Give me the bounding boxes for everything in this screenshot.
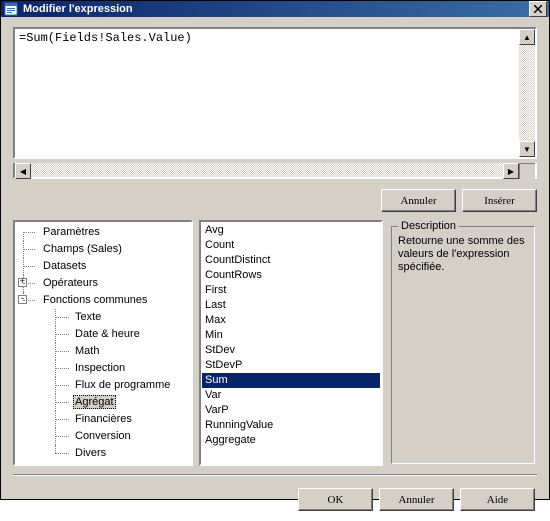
function-item[interactable]: CountDistinct — [202, 253, 380, 268]
tree-item-label[interactable]: Date & heure — [73, 328, 142, 340]
function-item[interactable]: Var — [202, 388, 380, 403]
scroll-down-icon[interactable]: ▼ — [519, 141, 535, 157]
function-item[interactable]: StDev — [202, 343, 380, 358]
function-item[interactable]: VarP — [202, 403, 380, 418]
function-item[interactable]: Min — [202, 328, 380, 343]
tree-item[interactable]: Datasets — [15, 258, 191, 275]
cancel-button[interactable]: Annuler — [381, 189, 456, 212]
tree-item-label[interactable]: Conversion — [73, 430, 133, 442]
function-item[interactable]: StDevP — [202, 358, 380, 373]
collapse-icon[interactable]: - — [18, 295, 27, 304]
tree-item[interactable]: Agrégat — [41, 394, 191, 411]
scroll-track[interactable] — [519, 45, 535, 141]
tree-item-label[interactable]: Flux de programme — [73, 379, 172, 391]
tree-item-label[interactable]: Agrégat — [73, 395, 116, 409]
function-item[interactable]: CountRows — [202, 268, 380, 283]
dialog-button-row: OK Annuler Aide — [13, 484, 537, 513]
title-bar: Modifier l'expression — [1, 1, 549, 17]
insert-button[interactable]: Insérer — [462, 189, 537, 212]
function-item[interactable]: Last — [202, 298, 380, 313]
close-button[interactable] — [529, 1, 547, 17]
category-tree[interactable]: Paramètres Champs (Sales) Datasets + Opérate… — [13, 220, 193, 466]
expression-input[interactable] — [15, 29, 519, 157]
tree-item-label[interactable]: Fonctions communes — [41, 294, 150, 306]
function-item[interactable]: Sum — [202, 373, 380, 388]
tree-item[interactable]: Texte — [41, 309, 191, 326]
tree-item-label[interactable]: Datasets — [41, 260, 88, 272]
dialog-content: ▲ ▼ ◀ ▶ Annuler Insérer Paramètres Champs… — [1, 17, 549, 521]
tree-item-label[interactable]: Champs (Sales) — [41, 243, 124, 255]
scroll-up-icon[interactable]: ▲ — [519, 29, 535, 45]
description-pane: Description Retourne une somme des valeu… — [389, 220, 537, 466]
function-item[interactable]: Count — [202, 238, 380, 253]
function-item[interactable]: Max — [202, 313, 380, 328]
tree-item[interactable]: Flux de programme — [41, 377, 191, 394]
scroll-left-icon[interactable]: ◀ — [15, 163, 31, 179]
tree-item-label[interactable]: Math — [73, 345, 101, 357]
vertical-scrollbar[interactable]: ▲ ▼ — [519, 29, 535, 157]
tree-item-label[interactable]: Texte — [73, 311, 103, 323]
tree-item[interactable]: Date & heure — [41, 326, 191, 343]
tree-item-label[interactable]: Financières — [73, 413, 134, 425]
tree-item-label[interactable]: Paramètres — [41, 226, 102, 238]
app-icon — [3, 1, 19, 17]
tree-item[interactable]: Math — [41, 343, 191, 360]
scroll-right-icon[interactable]: ▶ — [503, 163, 519, 179]
expand-icon[interactable]: + — [18, 278, 27, 287]
function-item[interactable]: RunningValue — [202, 418, 380, 433]
scroll-corner — [519, 163, 535, 179]
tree-item[interactable]: - Fonctions communes Texte Date & heure Math… — [15, 292, 191, 462]
description-legend: Description — [398, 220, 459, 232]
tree-item-label[interactable]: Divers — [73, 447, 108, 459]
function-list[interactable]: AvgCountCountDistinctCountRowsFirstLastM… — [199, 220, 383, 466]
description-text: Retourne une somme des valeurs de l'expr… — [398, 235, 528, 274]
horizontal-scrollbar[interactable]: ◀ ▶ — [13, 163, 537, 179]
tree-item[interactable]: Paramètres — [15, 224, 191, 241]
expression-editor: ▲ ▼ — [13, 27, 537, 159]
middle-panes: Paramètres Champs (Sales) Datasets + Opérate… — [13, 220, 537, 466]
tree-item[interactable]: Divers — [41, 445, 191, 462]
function-item[interactable]: Aggregate — [202, 433, 380, 448]
function-item[interactable]: First — [202, 283, 380, 298]
tree-item-label[interactable]: Inspection — [73, 362, 127, 374]
tree-item-label[interactable]: Opérateurs — [41, 277, 100, 289]
tree-item[interactable]: Champs (Sales) — [15, 241, 191, 258]
editor-button-row: Annuler Insérer — [13, 185, 537, 214]
function-item[interactable]: Avg — [202, 223, 380, 238]
description-group: Description Retourne une somme des valeu… — [391, 226, 535, 464]
tree-item[interactable]: Inspection — [41, 360, 191, 377]
scroll-track[interactable] — [31, 163, 503, 177]
window-title: Modifier l'expression — [23, 3, 529, 15]
tree-item[interactable]: + Opérateurs — [15, 275, 191, 292]
separator — [13, 474, 537, 476]
tree-item[interactable]: Financières — [41, 411, 191, 428]
dialog-window: Modifier l'expression ▲ ▼ ◀ ▶ Annuler In… — [0, 0, 550, 500]
tree-item[interactable]: Conversion — [41, 428, 191, 445]
